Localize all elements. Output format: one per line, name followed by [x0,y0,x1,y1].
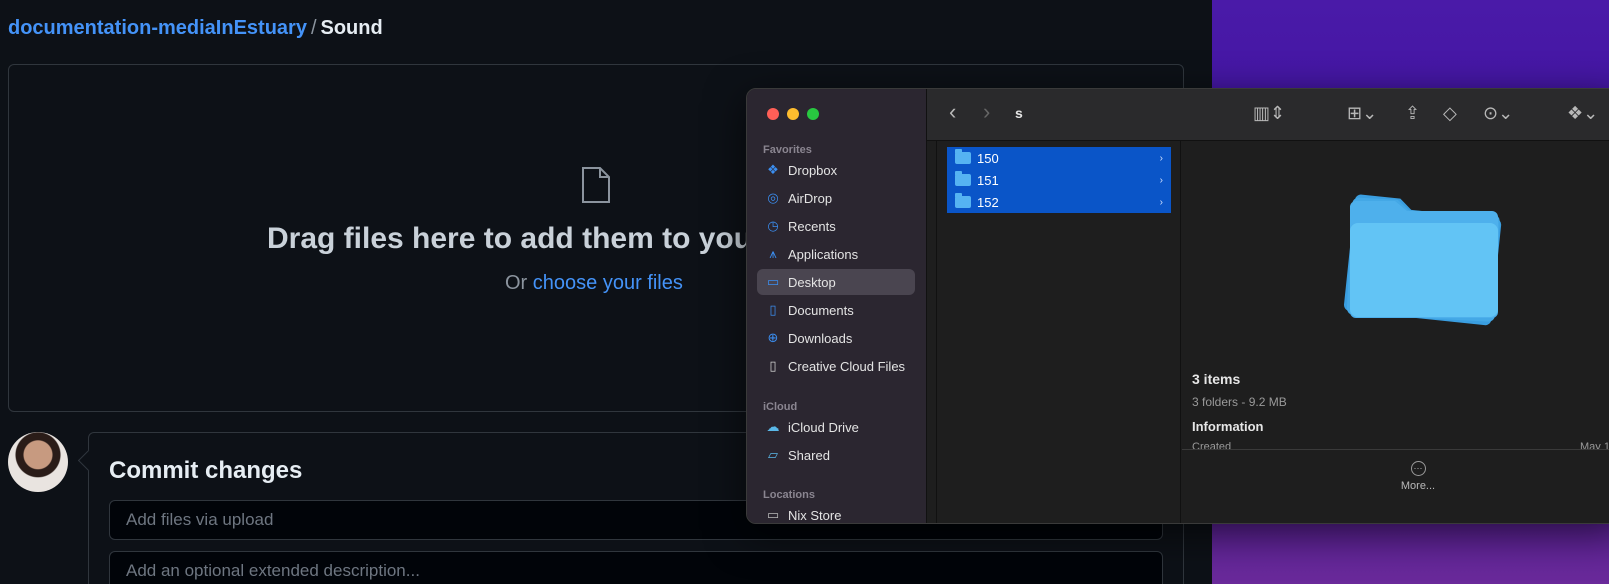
sidebar-item-applications[interactable]: ⩚ Applications [757,241,915,267]
sidebar-item-nix-store[interactable]: ▭ Nix Store [757,502,915,523]
stacked-folders-icon [1344,193,1502,326]
sidebar-item-label: iCloud Drive [788,419,859,435]
more-label: More... [1400,480,1436,492]
shared-folder-icon: ▱ [768,447,778,462]
or-text: Or [505,272,528,294]
locations-label: Locations [763,489,815,501]
sidebar-item-label: Downloads [788,330,853,346]
list-item[interactable]: 152 › [947,191,1171,213]
folder-name: 152 [977,194,999,210]
file-icon [582,167,610,203]
dropzone-subtitle: Or choose your files [505,272,683,295]
dropbox-icon[interactable]: ❖⌄ [1567,103,1598,124]
dropzone-title: Drag files here to add them to you [267,222,753,255]
sidebar-item-dropbox[interactable]: ❖ Dropbox [757,157,915,183]
sidebar-item-label: Shared [788,447,830,463]
forward-icon[interactable]: › [983,99,990,125]
window-controls [767,108,819,120]
view-columns-icon[interactable]: ▥⇕ [1253,103,1285,124]
list-item[interactable]: 151 › [947,169,1171,191]
sidebar-item-recents[interactable]: ◷ Recents [757,213,915,239]
created-label: Created [1192,441,1232,449]
sidebar-item-desktop[interactable]: ▭ Desktop [757,269,915,295]
finder-column-parent [927,141,937,523]
cloud-icon: ☁ [766,419,780,434]
minimize-button[interactable] [787,108,799,120]
finder-window: Favorites ❖ Dropbox ◎ AirDrop ◷ Recents … [746,88,1609,524]
airdrop-icon: ◎ [767,190,779,205]
clock-icon: ◷ [767,218,779,233]
applications-icon: ⩚ [769,246,777,261]
sidebar-item-shared[interactable]: ▱ Shared [757,442,915,468]
breadcrumb-separator: / [310,17,317,39]
finder-toolbar: ‹ › s ▥⇕ ⊞⌄ ⇪ ◇ ⊙⌄ ❖⌄ [927,89,1609,141]
favorites-label: Favorites [763,144,812,156]
ellipsis-icon: ··· [1410,461,1426,476]
folder-icon [955,149,971,164]
information-heading: Information [1192,419,1264,434]
breadcrumb: documentation-mediaInEstuary / Sound [8,17,383,40]
avatar [8,432,68,492]
document-icon: ▯ [769,302,777,317]
finder-column-list: 150 › 151 › 152 › [937,141,1181,523]
share-icon[interactable]: ⇪ [1405,103,1420,124]
zoom-button[interactable] [807,108,819,120]
preview-pane: 3 items 3 folders - 9.2 MB Information C… [1182,141,1609,523]
sidebar-item-label: AirDrop [788,190,833,206]
created-value: May 1 [1580,441,1609,449]
sidebar-item-label: Applications [788,246,859,262]
folder-icon [955,171,971,186]
more-button[interactable]: ··· More... [1398,461,1438,492]
sidebar-item-label: Dropbox [788,162,838,178]
commit-description-input[interactable]: Add an optional extended description... [109,551,1163,584]
sidebar-item-creative-cloud[interactable]: ▯ Creative Cloud Files [757,353,915,379]
folder-name: 150 [977,150,999,166]
breadcrumb-current: Sound [320,17,383,39]
list-item[interactable]: 150 › [947,147,1171,169]
preview-item-count: 3 items [1192,371,1241,387]
chevron-right-icon: › [1159,152,1163,164]
sidebar-item-documents[interactable]: ▯ Documents [757,297,915,323]
commit-title: Commit changes [109,457,303,484]
divider [1182,449,1609,450]
folder-icon [955,193,971,208]
back-icon[interactable]: ‹ [949,99,956,125]
sidebar-item-label: Desktop [788,274,836,290]
breadcrumb-repo-link[interactable]: documentation-mediaInEstuary [8,17,307,39]
tag-icon[interactable]: ◇ [1443,103,1457,124]
file-icon: ▯ [769,358,777,373]
icloud-label: iCloud [763,401,798,413]
sidebar-item-label: Recents [788,218,836,234]
drive-icon: ▭ [766,507,780,522]
sidebar-item-downloads[interactable]: ⊕ Downloads [757,325,915,351]
sidebar-item-airdrop[interactable]: ◎ AirDrop [757,185,915,211]
more-actions-icon[interactable]: ⊙⌄ [1483,103,1513,124]
close-button[interactable] [767,108,779,120]
sidebar-item-label: Documents [788,302,854,318]
sidebar-item-icloud-drive[interactable]: ☁ iCloud Drive [757,414,915,440]
desktop-icon: ▭ [766,274,780,289]
download-icon: ⊕ [767,330,779,345]
choose-files-link[interactable]: choose your files [533,272,683,294]
chevron-right-icon: › [1159,196,1163,208]
folder-name: 151 [977,172,999,188]
preview-summary: 3 folders - 9.2 MB [1192,395,1287,409]
dropbox-icon: ❖ [767,162,779,177]
sidebar-item-label: Nix Store [788,507,842,523]
sidebar-item-label: Creative Cloud Files [788,358,906,374]
chevron-right-icon: › [1159,174,1163,186]
finder-sidebar: Favorites ❖ Dropbox ◎ AirDrop ◷ Recents … [747,89,927,523]
folder-title: s [1015,105,1023,121]
group-icon[interactable]: ⊞⌄ [1347,103,1377,124]
